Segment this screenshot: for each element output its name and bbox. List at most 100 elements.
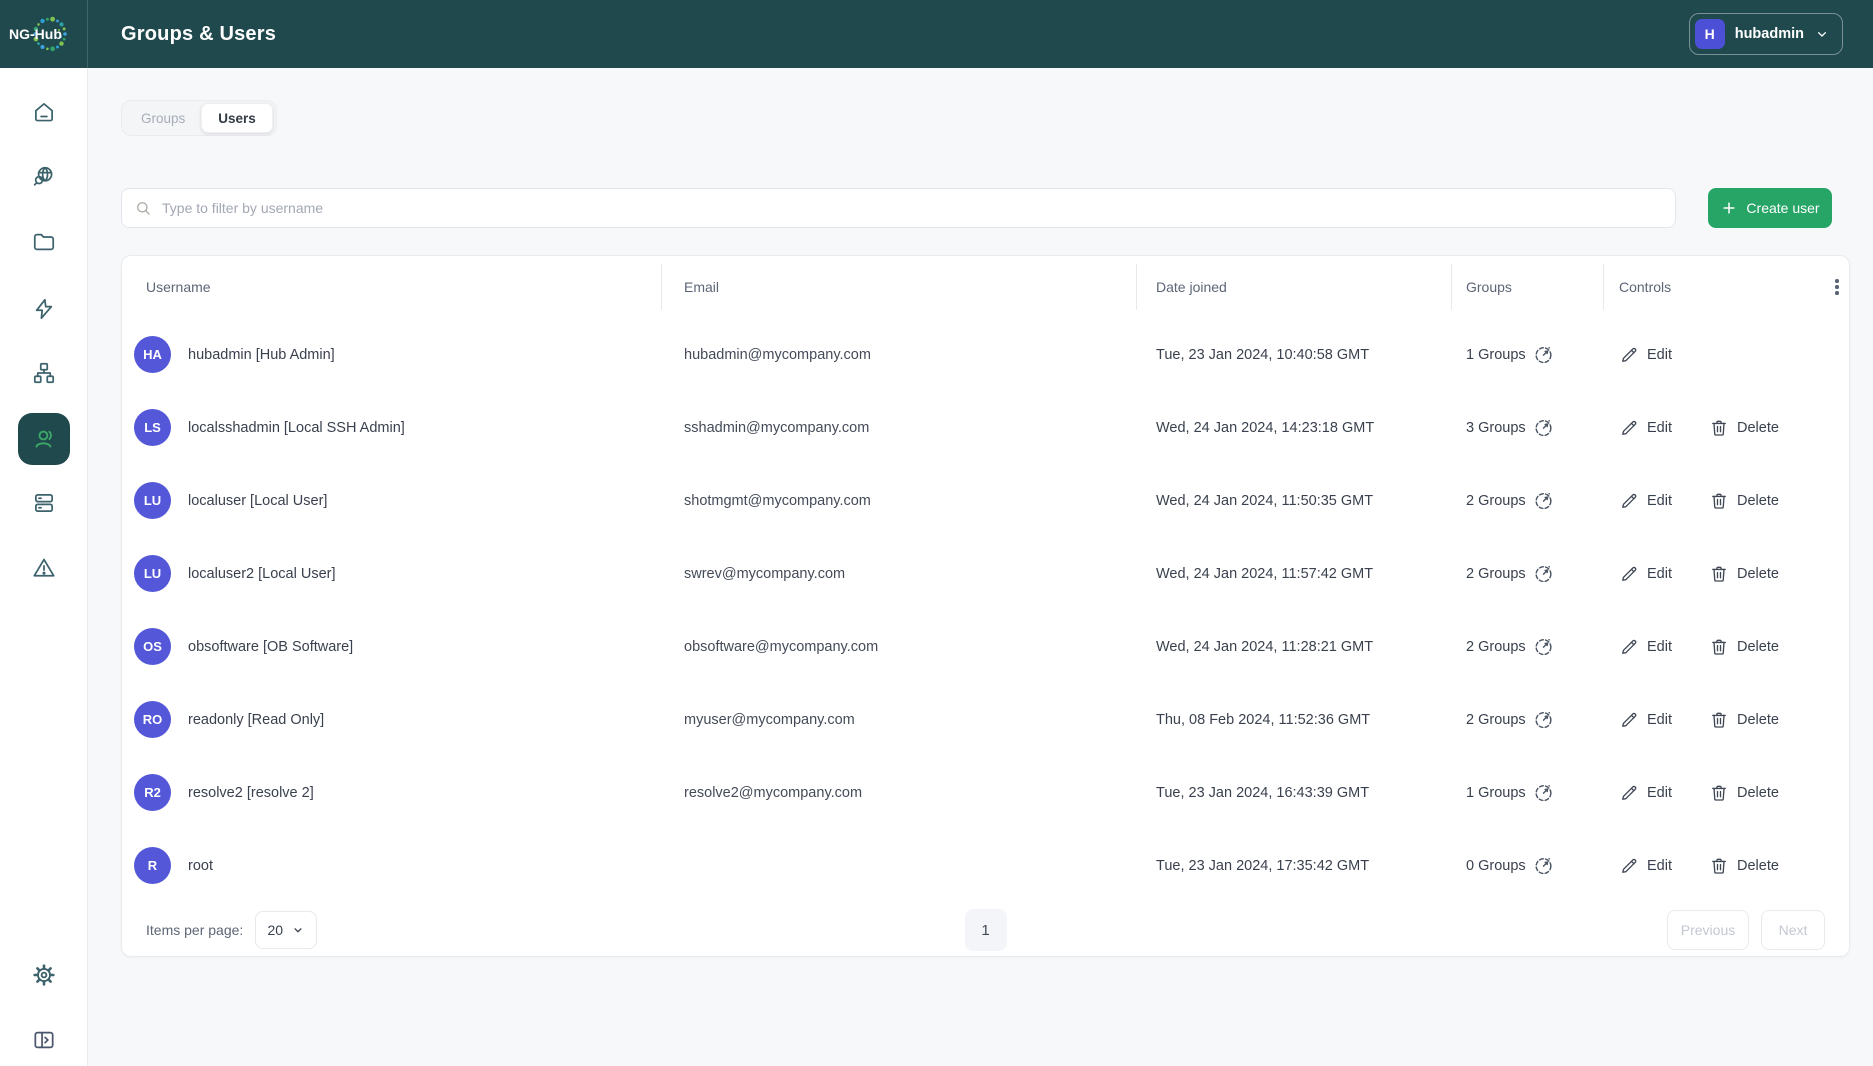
edit-pencil-icon [1619,345,1639,365]
username-text: localuser2 [Local User] [188,566,336,582]
column-header-groups: Groups [1451,256,1603,318]
table-row: LUlocaluser2 [Local User]swrev@mycompany… [122,537,1849,610]
groups-sync-clock-icon [1533,490,1554,511]
edit-pencil-icon [1619,856,1639,876]
create-user-label: Create user [1746,200,1819,216]
date-joined-text: Wed, 24 Jan 2024, 11:50:35 GMT [1136,493,1451,509]
edit-button[interactable]: Edit [1619,783,1672,803]
edit-button[interactable]: Edit [1619,418,1672,438]
globe-search-icon [31,164,57,190]
username-text: resolve2 [resolve 2] [188,785,314,801]
column-header-username[interactable]: Username [122,256,661,318]
table-row: ROreadonly [Read Only]myuser@mycompany.c… [122,683,1849,756]
avatar: LU [134,482,171,519]
delete-button[interactable]: Delete [1709,564,1779,584]
tab-groups[interactable]: Groups [125,103,201,133]
delete-trash-icon [1709,783,1729,803]
app-logo: NG-Hub [0,0,88,68]
users-icon [30,425,58,453]
delete-button[interactable]: Delete [1709,856,1779,876]
search-input[interactable] [162,200,1663,216]
delete-button[interactable]: Delete [1709,783,1779,803]
table-body: HAhubadmin [Hub Admin]hubadmin@mycompany… [122,318,1849,902]
edit-button[interactable]: Edit [1619,637,1672,657]
sidebar-item-network-discovery[interactable] [26,159,62,195]
sidebar-item-users[interactable] [18,413,70,465]
plus-icon [1720,199,1738,217]
delete-trash-icon [1709,637,1729,657]
view-tabs: Groups Users [121,100,277,136]
folder-icon [31,229,57,255]
username-text: localuser [Local User] [188,493,327,509]
sidebar-item-alerts[interactable] [26,550,62,586]
groups-sync-icon [1533,490,1554,511]
edit-button[interactable]: Edit [1619,564,1672,584]
create-user-button[interactable]: Create user [1708,188,1832,228]
servers-icon [31,490,57,516]
table-row: HAhubadmin [Hub Admin]hubadmin@mycompany… [122,318,1849,391]
groups-sync-icon [1533,417,1554,438]
avatar: R2 [134,774,171,811]
groups-count-text: 2 Groups [1466,566,1526,582]
sidebar-item-home[interactable] [26,94,62,130]
logo-dots-icon: NG-Hub [6,9,82,59]
edit-pencil-icon [1619,783,1639,803]
edit-button[interactable]: Edit [1619,345,1672,365]
date-joined-text: Tue, 23 Jan 2024, 17:35:42 GMT [1136,858,1451,874]
table-row: RrootTue, 23 Jan 2024, 17:35:42 GMT0 Gro… [122,829,1849,902]
edit-button[interactable]: Edit [1619,710,1672,730]
delete-button[interactable]: Delete [1709,710,1779,730]
groups-count-text: 2 Groups [1466,493,1526,509]
sidebar-collapse-button[interactable] [26,1022,62,1058]
next-page-button[interactable]: Next [1761,910,1825,950]
groups-sync-clock-icon [1533,782,1554,803]
username-text: localsshadmin [Local SSH Admin] [188,420,405,436]
groups-count-text: 1 Groups [1466,785,1526,801]
groups-sync-clock-icon [1533,709,1554,730]
email-text: resolve2@mycompany.com [661,785,1136,801]
column-header-email[interactable]: Email [661,256,1136,318]
groups-sync-icon [1533,855,1554,876]
collapse-panel-icon [31,1027,57,1053]
column-header-controls: Controls [1603,256,1823,318]
groups-count-text: 0 Groups [1466,858,1526,874]
date-joined-text: Tue, 23 Jan 2024, 10:40:58 GMT [1136,347,1451,363]
sidebar-item-folders[interactable] [26,224,62,260]
username-text: root [188,858,213,874]
table-header: Username Email Date joined Groups Contro… [122,256,1849,318]
edit-button[interactable]: Edit [1619,491,1672,511]
topbar: NG-Hub Groups & Users H hubadmin [0,0,1873,68]
tab-users[interactable]: Users [201,103,273,133]
avatar: HA [134,336,171,373]
date-joined-text: Wed, 24 Jan 2024, 11:57:42 GMT [1136,566,1451,582]
groups-count-text: 2 Groups [1466,639,1526,655]
pagination: Items per page: 20 1 Previous Next [122,902,1849,958]
chevron-down-icon [1814,26,1830,42]
delete-trash-icon [1709,856,1729,876]
table-row: LUlocaluser [Local User]shotmgmt@mycompa… [122,464,1849,537]
groups-sync-icon [1533,782,1554,803]
page-number-button[interactable]: 1 [965,909,1007,951]
table-row: LSlocalsshadmin [Local SSH Admin]sshadmi… [122,391,1849,464]
groups-sync-clock-icon [1533,344,1554,365]
sidebar-item-settings[interactable] [26,957,62,993]
sidebar-item-automation[interactable] [26,291,62,327]
search-icon [134,199,153,218]
edit-button[interactable]: Edit [1619,856,1672,876]
column-header-date-joined[interactable]: Date joined [1136,256,1451,318]
delete-button[interactable]: Delete [1709,637,1779,657]
delete-button[interactable]: Delete [1709,491,1779,511]
home-icon [31,99,57,125]
user-menu-button[interactable]: H hubadmin [1689,13,1843,55]
groups-sync-icon [1533,563,1554,584]
sidebar-item-topology[interactable] [26,355,62,391]
delete-trash-icon [1709,564,1729,584]
sort-both-icon [727,279,742,295]
topology-icon [31,360,57,386]
previous-page-button[interactable]: Previous [1667,910,1749,950]
delete-button[interactable]: Delete [1709,418,1779,438]
table-options-kebab-icon[interactable] [1831,275,1843,299]
items-per-page-select[interactable]: 20 [255,911,317,949]
sidebar-item-inventory[interactable] [26,485,62,521]
date-joined-text: Tue, 23 Jan 2024, 16:43:39 GMT [1136,785,1451,801]
